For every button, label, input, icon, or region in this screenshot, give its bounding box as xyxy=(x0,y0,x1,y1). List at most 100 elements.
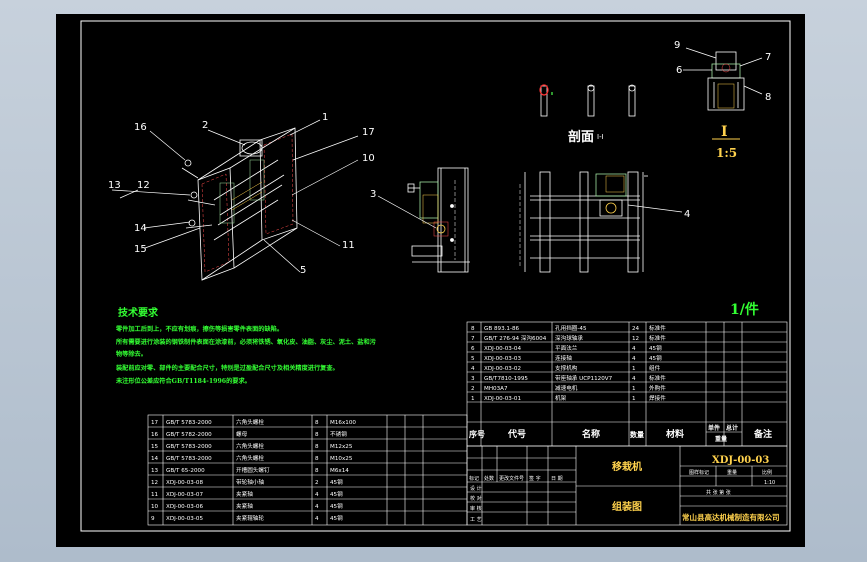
svg-text:夹紧轴: 夹紧轴 xyxy=(236,490,253,498)
header-qty: 数量 xyxy=(630,430,644,439)
table-row: 1 XDJ-00-03-01 机架 1 焊接件 xyxy=(471,394,666,402)
svg-text:XDJ-00-03-06: XDJ-00-03-06 xyxy=(166,504,203,510)
tech-title: 技术要求 xyxy=(118,306,159,319)
svg-text:MH03A7: MH03A7 xyxy=(484,386,508,392)
svg-text:4: 4 xyxy=(632,356,636,362)
svg-text:图样标记: 图样标记 xyxy=(689,469,709,476)
svg-text:GB/T 65-2000: GB/T 65-2000 xyxy=(166,468,205,474)
header-material: 材料 xyxy=(665,428,684,440)
svg-text:6: 6 xyxy=(471,346,475,352)
svg-text:4: 4 xyxy=(315,492,319,498)
svg-text:45钢: 45钢 xyxy=(330,502,343,510)
svg-text:XDJ-00-03-07: XDJ-00-03-07 xyxy=(166,492,203,498)
table-row: 10 XDJ-00-03-06 夹紧轴 4 45钢 xyxy=(151,502,343,510)
svg-text:GB/T 5782-2000: GB/T 5782-2000 xyxy=(166,432,212,438)
table-row: 11 XDJ-00-03-07 夹紧轴 4 45钢 xyxy=(151,490,343,498)
table-row: 16 GB/T 5782-2000 螺母 8 不锈钢 xyxy=(151,430,347,438)
svg-text:2: 2 xyxy=(471,386,475,392)
svg-text:8: 8 xyxy=(315,468,319,474)
table-row: 5 XDJ-00-03-03 连接轴 4 45钢 xyxy=(471,354,662,362)
svg-text:GB 893.1-86: GB 893.1-86 xyxy=(484,326,520,332)
svg-text:螺母: 螺母 xyxy=(236,430,248,438)
tech-line-2: 所有需要进行涂装的钢铁制件表面在涂漆前，必须将铁锈、氧化皮、油脂、灰尘、泥土、盐… xyxy=(116,338,377,346)
header-name: 名称 xyxy=(582,428,600,440)
svg-text:12: 12 xyxy=(632,336,639,342)
svg-text:支撑机构: 支撑机构 xyxy=(555,364,578,372)
table-row: 4 XDJ-00-03-02 支撑机构 1 组件 xyxy=(471,364,661,372)
stage-labels: 图样标记 重量 比例 xyxy=(689,469,772,476)
table-row: 14 GB/T 5783-2000 六角头螺栓 8 M10x25 xyxy=(151,454,353,462)
svg-text:10: 10 xyxy=(151,504,159,510)
callout-16: 16 xyxy=(134,122,147,133)
scale-value: 1:10 xyxy=(764,480,775,486)
callout-13: 13 xyxy=(108,180,121,191)
tech-line-3: 物等除去。 xyxy=(116,350,147,358)
svg-text:8: 8 xyxy=(315,456,319,462)
svg-text:45钢: 45钢 xyxy=(330,490,343,498)
svg-text:校 对: 校 对 xyxy=(470,495,482,502)
svg-text:标准件: 标准件 xyxy=(649,334,666,342)
svg-text:外购件: 外购件 xyxy=(649,384,666,392)
svg-text:3: 3 xyxy=(471,376,475,382)
leader-3 xyxy=(377,195,437,229)
callout-5: 5 xyxy=(300,265,306,276)
header-single: 单件 xyxy=(708,424,720,432)
svg-text:45钢: 45钢 xyxy=(649,344,662,352)
svg-text:六角头螺栓: 六角头螺栓 xyxy=(236,442,264,450)
header-code: 代号 xyxy=(507,428,526,440)
svg-text:4: 4 xyxy=(632,346,636,352)
svg-text:16: 16 xyxy=(151,432,159,438)
svg-text:5: 5 xyxy=(471,356,475,362)
product-name: 移栽机 xyxy=(612,460,642,473)
svg-text:带座轴承 UCP1120V7: 带座轴承 UCP1120V7 xyxy=(555,374,613,382)
section-suffix: I-I xyxy=(597,133,604,141)
svg-text:标准件: 标准件 xyxy=(649,324,666,332)
svg-text:1: 1 xyxy=(632,396,636,402)
title-block: 标记 处数 更改文件号 签 字 日 期 设 计 校 对 审 核 工 艺 移栽机 … xyxy=(466,445,788,526)
parts-left-rows: 17 GB/T 5783-2000 六角头螺栓 8 M16x100 16 GB/… xyxy=(151,418,356,522)
svg-text:8: 8 xyxy=(471,326,475,332)
svg-text:14: 14 xyxy=(151,456,159,462)
svg-text:8: 8 xyxy=(315,444,319,450)
top-view xyxy=(519,171,648,273)
table-row: 9 XDJ-00-03-05 夹紧辊轴轮 4 45钢 xyxy=(151,514,343,522)
callout-14: 14 xyxy=(134,223,147,234)
svg-text:M10x25: M10x25 xyxy=(330,456,353,462)
detail-callout-labels: 9 6 7 8 xyxy=(674,40,771,103)
sheet-count: 共 张 第 张 xyxy=(706,489,731,496)
drawing-number: XDJ-00-03 xyxy=(712,455,769,466)
table-row: 15 GB/T 5783-2000 六角头螺栓 8 M12x25 xyxy=(151,442,353,450)
table-row: 8 GB 893.1-86 孔用挡圈-45 24 标准件 xyxy=(471,324,666,332)
isometric-view xyxy=(181,127,298,281)
svg-text:连接轴: 连接轴 xyxy=(555,354,572,362)
table-row: 17 GB/T 5783-2000 六角头螺栓 8 M16x100 xyxy=(151,418,356,426)
svg-text:工 艺: 工 艺 xyxy=(470,517,482,523)
iso-callout-labels: 16 2 1 17 10 11 5 13 12 14 15 xyxy=(108,112,375,276)
svg-text:焊接件: 焊接件 xyxy=(649,394,666,402)
svg-text:标记: 标记 xyxy=(469,475,479,482)
svg-text:比例: 比例 xyxy=(762,469,772,476)
svg-text:日 期: 日 期 xyxy=(551,476,563,482)
svg-text:15: 15 xyxy=(151,444,159,450)
svg-text:24: 24 xyxy=(632,326,640,332)
svg-text:4: 4 xyxy=(315,516,319,522)
svg-text:13: 13 xyxy=(151,468,159,474)
header-remark: 备注 xyxy=(753,428,772,440)
svg-text:组件: 组件 xyxy=(649,364,661,372)
iso-leaders xyxy=(111,119,359,273)
table-row: 12 XDJ-00-03-08 带轮轴小轴 2 45钢 xyxy=(151,478,343,486)
svg-text:GB/T 5783-2000: GB/T 5783-2000 xyxy=(166,444,212,450)
svg-text:1: 1 xyxy=(632,366,636,372)
tech-line-1: 零件加工后到上，不应有划痕，擦伤等损害零件表面的缺陷。 xyxy=(115,325,283,333)
svg-text:签 字: 签 字 xyxy=(529,475,541,482)
svg-text:夹紧轴: 夹紧轴 xyxy=(236,502,253,510)
svg-text:1: 1 xyxy=(471,396,475,402)
svg-text:4: 4 xyxy=(632,376,636,382)
svg-text:设 计: 设 计 xyxy=(470,485,482,492)
svg-text:XDJ-00-03-08: XDJ-00-03-08 xyxy=(166,480,203,486)
cad-drawing: 16 2 1 17 10 11 5 13 12 14 15 3 4 剖面 I-I… xyxy=(80,20,791,532)
svg-text:重量: 重量 xyxy=(727,469,737,476)
svg-text:7: 7 xyxy=(471,336,475,342)
side-view xyxy=(407,167,470,273)
svg-text:M16x100: M16x100 xyxy=(330,420,356,426)
